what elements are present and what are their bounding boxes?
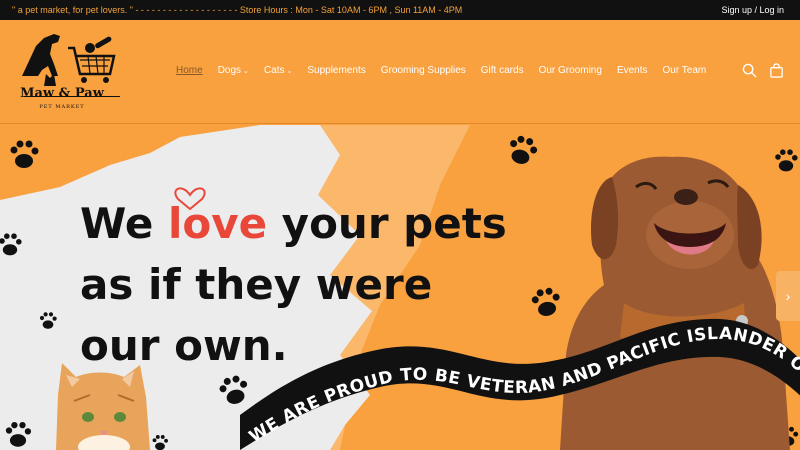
logo-name: Maw & Paw bbox=[20, 86, 104, 101]
headline-line2: as if they were bbox=[80, 260, 433, 309]
nav-item-label: Home bbox=[176, 65, 203, 76]
nav-item-label: Cats bbox=[263, 65, 285, 76]
headline-love: love bbox=[167, 199, 268, 248]
shopping-bag-icon[interactable] bbox=[769, 63, 784, 78]
nav-item-events[interactable]: Events bbox=[617, 65, 648, 76]
paw-print-icon bbox=[10, 140, 39, 168]
header-icons bbox=[742, 63, 784, 78]
nav-item-label: Gift cards bbox=[480, 65, 524, 76]
search-icon[interactable] bbox=[742, 63, 757, 78]
nav-item-grooming-supplies[interactable]: Grooming Supplies bbox=[381, 65, 466, 76]
paw-print-icon bbox=[531, 287, 560, 316]
paw-print-icon bbox=[775, 149, 798, 172]
logo-tagline: PET MARKET bbox=[39, 104, 85, 110]
nav-item-gift-cards[interactable]: Gift cards bbox=[481, 65, 524, 76]
nav-item-label: Our Grooming bbox=[538, 65, 602, 76]
chevron-down-icon: ⌄ bbox=[286, 67, 293, 75]
main-navigation: Home Dogs ⌄ Cats ⌄ Supplements Grooming Suppli… bbox=[176, 65, 721, 76]
nav-item-our-team[interactable]: Our Team bbox=[663, 65, 707, 76]
nav-item-dogs[interactable]: Dogs ⌄ bbox=[218, 65, 249, 76]
announcement-text: " a pet market, for pet lovers. " - - - … bbox=[12, 5, 463, 15]
nav-item-label: Dogs bbox=[217, 65, 242, 76]
nav-item-supplements[interactable]: Supplements bbox=[307, 65, 365, 76]
headline-line1-post: your pets bbox=[267, 199, 507, 248]
kitten-photo bbox=[56, 363, 150, 450]
site-header: Maw & Paw PET MARKET Home Dogs ⌄ Cats ⌄ Suppl… bbox=[0, 20, 800, 124]
headline-line3: our own. bbox=[80, 321, 288, 370]
slider-next-button[interactable]: › bbox=[776, 271, 800, 321]
hero-banner: WE ARE PROUD TO BE VETERAN AND PACIFIC I… bbox=[0, 125, 800, 450]
signup-login-link[interactable]: Sign up / Log in bbox=[721, 5, 784, 15]
nav-item-label: Supplements bbox=[307, 65, 366, 76]
nav-item-label: Events bbox=[616, 65, 648, 76]
headline-line1-pre: We bbox=[80, 199, 168, 248]
nav-item-label: Grooming Supplies bbox=[380, 65, 466, 76]
paw-print-icon bbox=[510, 135, 538, 164]
hero-headline: We love your pets as if they were our ow… bbox=[80, 193, 507, 376]
nav-item-cats[interactable]: Cats ⌄ bbox=[264, 65, 292, 76]
dog-photo bbox=[560, 156, 790, 450]
nav-item-home[interactable]: Home bbox=[176, 65, 203, 76]
announcement-bar: " a pet market, for pet lovers. " - - - … bbox=[0, 0, 800, 20]
nav-item-label: Our Team bbox=[662, 65, 707, 76]
chevron-down-icon: ⌄ bbox=[243, 67, 249, 75]
nav-item-our-grooming[interactable]: Our Grooming bbox=[539, 65, 602, 76]
